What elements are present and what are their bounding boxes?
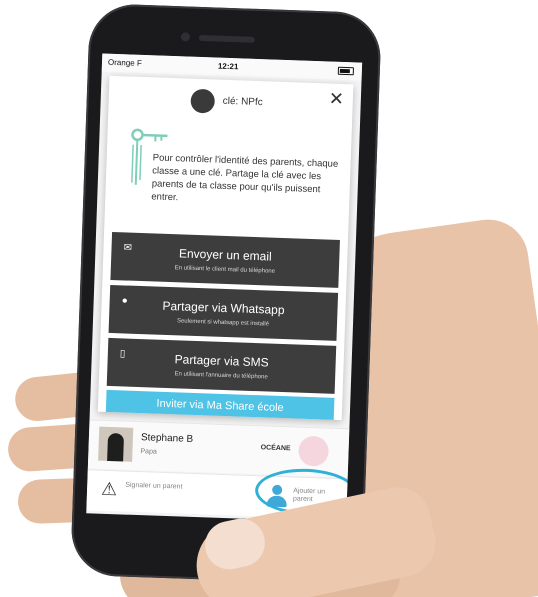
send-email-button[interactable]: ✉ Envoyer un email En utilisant le clien… [110,231,340,288]
phone-screen: Orange F 12:21 clé: NPfc ✕ Pour contrôle… [86,53,363,523]
action-title: Partager via Whatsapp [162,298,285,318]
child-avatar [298,435,330,467]
battery-icon [337,66,354,76]
action-title: Envoyer un email [178,246,272,264]
parent-role: Papa [140,448,157,456]
carrier-label: Orange F [107,57,142,68]
speaker [198,34,255,43]
invite-school-button[interactable]: Inviter via Ma Share école [105,389,335,420]
warning-icon[interactable]: ⚠ [101,479,118,501]
class-avatar [190,88,216,114]
avatar [98,426,134,462]
share-key-modal: clé: NPfc ✕ Pour contrôler l'identité de… [97,75,354,421]
action-subtitle: En utilisant le client mail du téléphone [174,265,276,275]
scene: Orange F 12:21 clé: NPfc ✕ Pour contrôle… [0,0,538,597]
action-subtitle: Seulement si whatsapp est installé [176,318,270,328]
close-icon[interactable]: ✕ [329,88,345,109]
front-camera [180,32,191,42]
parent-name: Stephane B [140,432,194,445]
child-name: OCÉANE [260,444,291,453]
clock: 12:21 [217,61,239,72]
class-key-label: clé: NPfc [222,95,263,109]
report-parent-button[interactable]: Signaler un parent [125,482,185,492]
key-description: Pour contrôler l'identité des parents, c… [151,152,339,204]
share-whatsapp-button[interactable]: ● Partager via Whatsapp Seulement si wha… [108,284,339,341]
action-subtitle: En utilisant l'annuaire du téléphone [174,371,268,381]
phone: Orange F 12:21 clé: NPfc ✕ Pour contrôle… [70,3,382,585]
action-title: Partager via SMS [174,352,269,370]
share-sms-button[interactable]: ▯ Partager via SMS En utilisant l'annuai… [106,337,337,394]
